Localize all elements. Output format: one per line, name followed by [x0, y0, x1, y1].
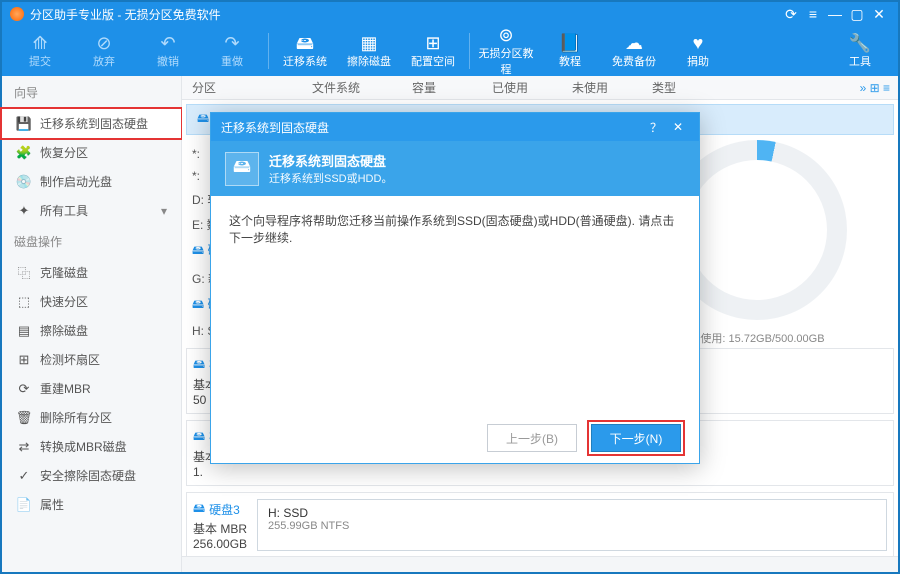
modal-mask: 迁移系统到固态硬盘 ？ ✕ 🖴 迁移系统到固态硬盘 迁移系统到SSD或HDD。 … — [0, 0, 900, 574]
dialog-close-icon[interactable]: ✕ — [667, 120, 689, 134]
banner-subtitle: 迁移系统到SSD或HDD。 — [269, 170, 392, 186]
dialog-title: 迁移系统到固态硬盘 — [221, 119, 645, 136]
next-button[interactable]: 下一步(N) — [591, 424, 681, 452]
dialog-banner: 🖴 迁移系统到固态硬盘 迁移系统到SSD或HDD。 — [211, 141, 699, 196]
dialog-footer: 上一步(B) 下一步(N) — [211, 413, 699, 463]
dialog-body: 这个向导程序将帮助您迁移当前操作系统到SSD(固态硬盘)或HDD(普通硬盘). … — [211, 196, 699, 414]
next-highlight: 下一步(N) — [587, 420, 685, 456]
help-icon[interactable]: ？ — [645, 119, 667, 136]
dialog-titlebar: 迁移系统到固态硬盘 ？ ✕ — [211, 113, 699, 141]
banner-title: 迁移系统到固态硬盘 — [269, 151, 392, 170]
prev-button: 上一步(B) — [487, 424, 577, 452]
dialog-text: 这个向导程序将帮助您迁移当前操作系统到SSD(固态硬盘)或HDD(普通硬盘). … — [229, 214, 674, 245]
disk-migrate-icon: 🖴 — [225, 152, 259, 186]
migrate-dialog: 迁移系统到固态硬盘 ？ ✕ 🖴 迁移系统到固态硬盘 迁移系统到SSD或HDD。 … — [210, 112, 700, 464]
